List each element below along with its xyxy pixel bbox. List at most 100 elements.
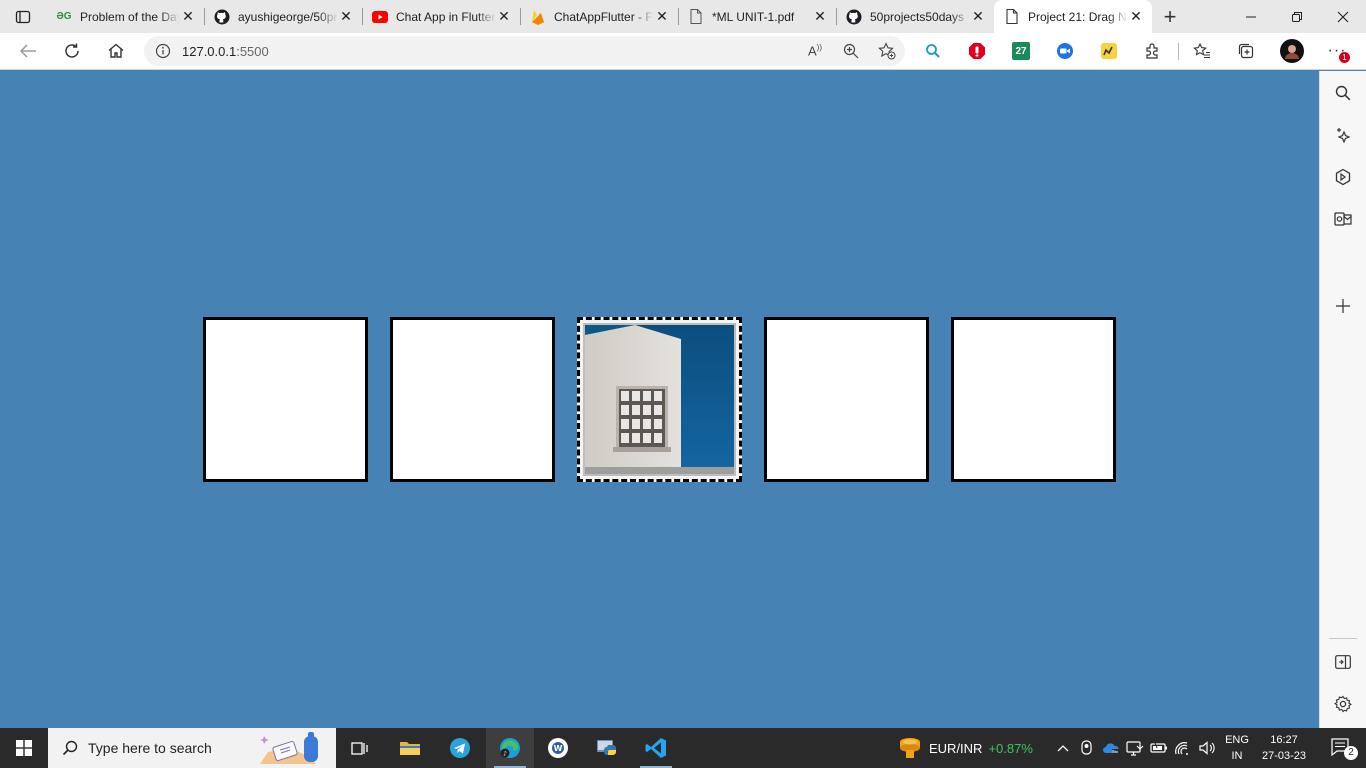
- address-host: 127.0.0.1: [182, 43, 237, 59]
- browser-toolbar: 127.0.0.1:5500 A)) 27 ··· 1: [0, 33, 1366, 70]
- telegram-button[interactable]: [436, 728, 484, 768]
- empty-box-1[interactable]: [203, 317, 368, 482]
- sidebar-separator: [1329, 638, 1357, 639]
- tab-close-icon[interactable]: ✕: [180, 8, 196, 25]
- site-info-icon[interactable]: [144, 43, 182, 59]
- tab-close-icon[interactable]: ✕: [1128, 8, 1144, 25]
- home-button[interactable]: [94, 33, 138, 70]
- tab-ml-unit-pdf[interactable]: *ML UNIT-1.pdf ✕: [678, 0, 836, 33]
- vscode-button[interactable]: [632, 728, 680, 768]
- ticker-change: +0.87%: [988, 740, 1033, 756]
- settings-more-button[interactable]: ··· 1: [1326, 40, 1350, 63]
- pen-extension-button[interactable]: [1098, 40, 1120, 62]
- input-language-indicator[interactable]: ENG IN: [1220, 732, 1254, 764]
- collections-button[interactable]: [1235, 40, 1257, 62]
- star-add-icon: [878, 42, 896, 60]
- edge-icon: ♪: [500, 738, 520, 758]
- avatar: [1280, 39, 1304, 63]
- system-clock[interactable]: 16:27 27-03-23: [1256, 732, 1312, 764]
- close-icon: [1337, 11, 1349, 22]
- tab-close-icon[interactable]: ✕: [812, 8, 828, 25]
- task-view-button[interactable]: [336, 728, 384, 768]
- sidebar-settings-button[interactable]: [1332, 693, 1354, 715]
- extensions-button[interactable]: [1142, 40, 1164, 62]
- action-center-button[interactable]: 2: [1318, 728, 1366, 768]
- profile-button[interactable]: [1280, 39, 1304, 63]
- tray-wifi-button[interactable]: [1172, 728, 1194, 768]
- tab-title: *ML UNIT-1.pdf: [712, 9, 795, 24]
- restore-button[interactable]: [1274, 0, 1320, 33]
- empty-box-5[interactable]: [951, 317, 1116, 482]
- tray-battery-button[interactable]: [1148, 728, 1170, 768]
- minimize-button[interactable]: [1228, 0, 1274, 33]
- tab-project-21-drag-n-drop[interactable]: Project 21: Drag N Drop ✕: [994, 0, 1152, 33]
- chevron-up-icon: [1057, 745, 1069, 752]
- address-url[interactable]: 127.0.0.1:5500: [182, 44, 797, 59]
- battery-icon: [1150, 742, 1167, 753]
- gear-icon: [1334, 695, 1352, 713]
- edge-browser-button[interactable]: ♪: [486, 728, 534, 768]
- new-tab-button[interactable]: +: [1152, 0, 1188, 33]
- tab-problem-of-the-day[interactable]: ƏG Problem of the Day ✕: [46, 0, 204, 33]
- favorites-button[interactable]: [1191, 40, 1213, 62]
- sidebar-hide-button[interactable]: [1332, 651, 1354, 673]
- tab-chat-app-flutter[interactable]: Chat App in Flutter ✕: [362, 0, 520, 33]
- notion-app-button[interactable]: W: [534, 728, 582, 768]
- tab-50projects50days[interactable]: 50projects50days ✕: [836, 0, 994, 33]
- tray-volume-button[interactable]: [1196, 728, 1218, 768]
- outlook-icon: [1334, 212, 1352, 226]
- search-icon: [926, 44, 940, 58]
- python-app-button[interactable]: [584, 728, 632, 768]
- sidebar-outlook-button[interactable]: [1332, 208, 1354, 230]
- restore-icon: [1292, 11, 1302, 22]
- geeksforgeeks-icon: ƏG: [56, 11, 72, 22]
- read-aloud-button[interactable]: A)): [797, 43, 833, 58]
- tab-actions-button[interactable]: [0, 0, 46, 33]
- search-extension-button[interactable]: [922, 40, 944, 62]
- zoom-button[interactable]: [833, 43, 869, 59]
- folder-icon: [400, 742, 420, 755]
- draggable-image-fill[interactable]: [583, 323, 736, 476]
- tab-close-icon[interactable]: ✕: [338, 8, 354, 25]
- favorites-star-icon: [1193, 42, 1210, 59]
- sidebar-search-button[interactable]: [1332, 82, 1354, 104]
- add-favorite-button[interactable]: [869, 42, 905, 60]
- tray-display-button[interactable]: [1124, 728, 1146, 768]
- file-explorer-button[interactable]: [386, 728, 434, 768]
- start-button[interactable]: [0, 728, 48, 768]
- sidebar-shopping-button[interactable]: [1332, 166, 1354, 188]
- empty-box-2[interactable]: [390, 317, 555, 482]
- tab-close-icon[interactable]: ✕: [496, 8, 512, 25]
- back-button[interactable]: [6, 33, 50, 70]
- refresh-button[interactable]: [50, 33, 94, 70]
- tab-close-icon[interactable]: ✕: [970, 8, 986, 25]
- language-region: IN: [1231, 750, 1243, 762]
- close-window-button[interactable]: [1320, 0, 1366, 33]
- show-hidden-icons-button[interactable]: [1052, 728, 1074, 768]
- empty-box-4[interactable]: [764, 317, 929, 482]
- tray-meet-button[interactable]: [1076, 728, 1098, 768]
- notification-count-badge: 2: [1344, 746, 1358, 760]
- home-icon: [108, 43, 124, 58]
- address-bar[interactable]: 127.0.0.1:5500 A)): [144, 36, 905, 66]
- tab-chatappflutter-firebase[interactable]: ChatAppFlutter - Firebase ✕: [520, 0, 678, 33]
- tab-ayushigeorge-repo[interactable]: ayushigeorge/50projects50days ✕: [204, 0, 362, 33]
- app-circle-icon: W: [548, 738, 568, 758]
- video-extension-button[interactable]: [1054, 40, 1076, 62]
- clock-date: 27-03-23: [1261, 750, 1307, 762]
- sparkle-icon: [1337, 128, 1351, 143]
- adblock-extension-button[interactable]: [966, 40, 988, 62]
- sidebar-collapse-icon: [1335, 655, 1351, 669]
- firebase-icon: [530, 9, 546, 25]
- speaker-icon: [1199, 741, 1215, 755]
- window-controls: [1228, 0, 1366, 33]
- taskbar-search-box[interactable]: Type here to search: [48, 728, 336, 768]
- weather-stock-widget[interactable]: EUR/INR +0.87%: [897, 728, 1033, 768]
- sidebar-add-button[interactable]: [1332, 295, 1354, 317]
- tray-onedrive-button[interactable]: [1100, 728, 1122, 768]
- drop-box-3[interactable]: [577, 317, 742, 482]
- tab-close-icon[interactable]: ✕: [654, 8, 670, 25]
- calendar-extension-button[interactable]: 27: [1010, 40, 1032, 62]
- tab-title: Chat App in Flutter: [396, 9, 496, 24]
- sidebar-discover-button[interactable]: [1332, 124, 1354, 146]
